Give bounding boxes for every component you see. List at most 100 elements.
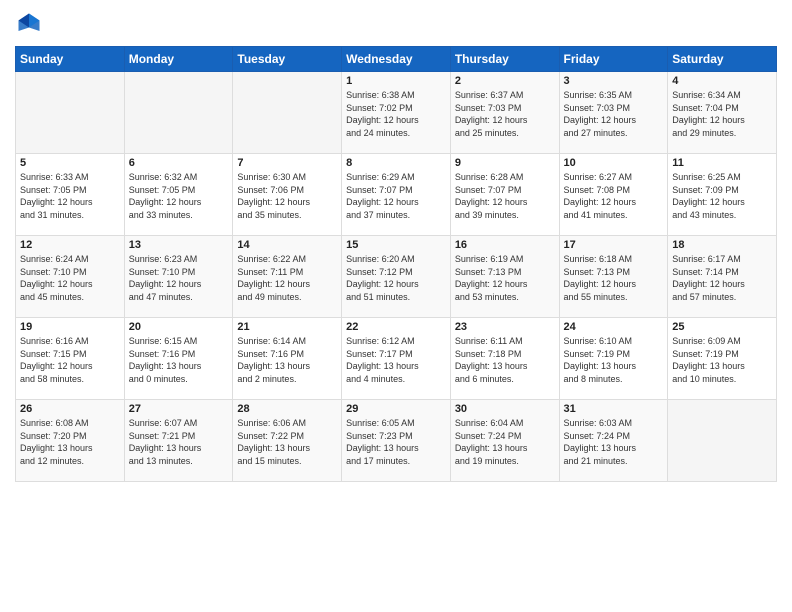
day-number: 31 xyxy=(564,403,664,415)
day-info: Sunrise: 6:07 AM Sunset: 7:21 PM Dayligh… xyxy=(129,417,229,467)
day-number: 15 xyxy=(346,239,446,251)
day-info: Sunrise: 6:11 AM Sunset: 7:18 PM Dayligh… xyxy=(455,335,555,385)
calendar-week-row: 5 Sunrise: 6:33 AM Sunset: 7:05 PM Daylig… xyxy=(16,154,777,236)
calendar-header-row: SundayMondayTuesdayWednesdayThursdayFrid… xyxy=(16,47,777,72)
day-info: Sunrise: 6:08 AM Sunset: 7:20 PM Dayligh… xyxy=(20,417,120,467)
day-number: 25 xyxy=(672,321,772,333)
day-number: 12 xyxy=(20,239,120,251)
day-number: 5 xyxy=(20,157,120,169)
day-number: 10 xyxy=(564,157,664,169)
day-info: Sunrise: 6:17 AM Sunset: 7:14 PM Dayligh… xyxy=(672,253,772,303)
day-number: 11 xyxy=(672,157,772,169)
day-number: 19 xyxy=(20,321,120,333)
calendar-day-header: Saturday xyxy=(668,47,777,72)
day-number: 7 xyxy=(237,157,337,169)
day-number: 30 xyxy=(455,403,555,415)
day-info: Sunrise: 6:25 AM Sunset: 7:09 PM Dayligh… xyxy=(672,171,772,221)
calendar-cell: 4 Sunrise: 6:34 AM Sunset: 7:04 PM Daylig… xyxy=(668,72,777,154)
calendar-cell: 25 Sunrise: 6:09 AM Sunset: 7:19 PM Dayli… xyxy=(668,318,777,400)
day-info: Sunrise: 6:16 AM Sunset: 7:15 PM Dayligh… xyxy=(20,335,120,385)
calendar-cell: 26 Sunrise: 6:08 AM Sunset: 7:20 PM Dayli… xyxy=(16,400,125,482)
day-number: 23 xyxy=(455,321,555,333)
calendar-cell: 17 Sunrise: 6:18 AM Sunset: 7:13 PM Dayli… xyxy=(559,236,668,318)
calendar-cell: 29 Sunrise: 6:05 AM Sunset: 7:23 PM Dayli… xyxy=(342,400,451,482)
day-info: Sunrise: 6:33 AM Sunset: 7:05 PM Dayligh… xyxy=(20,171,120,221)
day-number: 6 xyxy=(129,157,229,169)
calendar-day-header: Friday xyxy=(559,47,668,72)
day-number: 4 xyxy=(672,75,772,87)
calendar-day-header: Wednesday xyxy=(342,47,451,72)
calendar-week-row: 19 Sunrise: 6:16 AM Sunset: 7:15 PM Dayli… xyxy=(16,318,777,400)
day-number: 28 xyxy=(237,403,337,415)
calendar-week-row: 26 Sunrise: 6:08 AM Sunset: 7:20 PM Dayli… xyxy=(16,400,777,482)
day-info: Sunrise: 6:32 AM Sunset: 7:05 PM Dayligh… xyxy=(129,171,229,221)
day-number: 1 xyxy=(346,75,446,87)
calendar-cell: 10 Sunrise: 6:27 AM Sunset: 7:08 PM Dayli… xyxy=(559,154,668,236)
page: SundayMondayTuesdayWednesdayThursdayFrid… xyxy=(0,0,792,612)
calendar-cell: 15 Sunrise: 6:20 AM Sunset: 7:12 PM Dayli… xyxy=(342,236,451,318)
day-info: Sunrise: 6:20 AM Sunset: 7:12 PM Dayligh… xyxy=(346,253,446,303)
calendar: SundayMondayTuesdayWednesdayThursdayFrid… xyxy=(15,46,777,482)
day-number: 21 xyxy=(237,321,337,333)
calendar-cell xyxy=(668,400,777,482)
calendar-cell xyxy=(16,72,125,154)
calendar-cell: 20Sunrise: 6:15 AM Sunset: 7:16 PM Dayli… xyxy=(124,318,233,400)
day-info: Sunrise: 6:12 AM Sunset: 7:17 PM Dayligh… xyxy=(346,335,446,385)
day-info: Sunrise: 6:03 AM Sunset: 7:24 PM Dayligh… xyxy=(564,417,664,467)
calendar-cell: 23 Sunrise: 6:11 AM Sunset: 7:18 PM Dayli… xyxy=(450,318,559,400)
day-number: 27 xyxy=(129,403,229,415)
calendar-week-row: 12 Sunrise: 6:24 AM Sunset: 7:10 PM Dayli… xyxy=(16,236,777,318)
day-number: 29 xyxy=(346,403,446,415)
calendar-cell: 8 Sunrise: 6:29 AM Sunset: 7:07 PM Daylig… xyxy=(342,154,451,236)
calendar-day-header: Tuesday xyxy=(233,47,342,72)
day-info: Sunrise: 6:22 AM Sunset: 7:11 PM Dayligh… xyxy=(237,253,337,303)
calendar-cell: 6 Sunrise: 6:32 AM Sunset: 7:05 PM Daylig… xyxy=(124,154,233,236)
calendar-day-header: Monday xyxy=(124,47,233,72)
calendar-day-header: Sunday xyxy=(16,47,125,72)
day-number: 16 xyxy=(455,239,555,251)
day-number: 14 xyxy=(237,239,337,251)
day-info: Sunrise: 6:19 AM Sunset: 7:13 PM Dayligh… xyxy=(455,253,555,303)
calendar-cell: 7 Sunrise: 6:30 AM Sunset: 7:06 PM Daylig… xyxy=(233,154,342,236)
calendar-cell: 11 Sunrise: 6:25 AM Sunset: 7:09 PM Dayli… xyxy=(668,154,777,236)
day-number: 26 xyxy=(20,403,120,415)
day-number: 24 xyxy=(564,321,664,333)
day-info: Sunrise: 6:27 AM Sunset: 7:08 PM Dayligh… xyxy=(564,171,664,221)
day-number: 17 xyxy=(564,239,664,251)
calendar-cell: 1 Sunrise: 6:38 AM Sunset: 7:02 PM Daylig… xyxy=(342,72,451,154)
day-info: Sunrise: 6:37 AM Sunset: 7:03 PM Dayligh… xyxy=(455,89,555,139)
day-info: Sunrise: 6:38 AM Sunset: 7:02 PM Dayligh… xyxy=(346,89,446,139)
day-info: Sunrise: 6:29 AM Sunset: 7:07 PM Dayligh… xyxy=(346,171,446,221)
day-info: Sunrise: 6:10 AM Sunset: 7:19 PM Dayligh… xyxy=(564,335,664,385)
day-info: Sunrise: 6:06 AM Sunset: 7:22 PM Dayligh… xyxy=(237,417,337,467)
day-info: Sunrise: 6:30 AM Sunset: 7:06 PM Dayligh… xyxy=(237,171,337,221)
day-info: Sunrise: 6:05 AM Sunset: 7:23 PM Dayligh… xyxy=(346,417,446,467)
day-info: Sunrise: 6:14 AM Sunset: 7:16 PM Dayligh… xyxy=(237,335,337,385)
calendar-cell: 12 Sunrise: 6:24 AM Sunset: 7:10 PM Dayli… xyxy=(16,236,125,318)
day-info: Sunrise: 6:23 AM Sunset: 7:10 PM Dayligh… xyxy=(129,253,229,303)
calendar-cell: 3Sunrise: 6:35 AM Sunset: 7:03 PM Daylig… xyxy=(559,72,668,154)
logo xyxy=(15,10,47,38)
calendar-cell: 18 Sunrise: 6:17 AM Sunset: 7:14 PM Dayli… xyxy=(668,236,777,318)
day-number: 20 xyxy=(129,321,229,333)
calendar-cell: 16 Sunrise: 6:19 AM Sunset: 7:13 PM Dayli… xyxy=(450,236,559,318)
day-number: 8 xyxy=(346,157,446,169)
calendar-cell xyxy=(124,72,233,154)
day-info: Sunrise: 6:09 AM Sunset: 7:19 PM Dayligh… xyxy=(672,335,772,385)
day-info: Sunrise: 6:24 AM Sunset: 7:10 PM Dayligh… xyxy=(20,253,120,303)
calendar-cell: 5 Sunrise: 6:33 AM Sunset: 7:05 PM Daylig… xyxy=(16,154,125,236)
calendar-cell: 28 Sunrise: 6:06 AM Sunset: 7:22 PM Dayli… xyxy=(233,400,342,482)
day-number: 2 xyxy=(455,75,555,87)
calendar-cell: 2 Sunrise: 6:37 AM Sunset: 7:03 PM Daylig… xyxy=(450,72,559,154)
day-info: Sunrise: 6:04 AM Sunset: 7:24 PM Dayligh… xyxy=(455,417,555,467)
calendar-cell: 13 Sunrise: 6:23 AM Sunset: 7:10 PM Dayli… xyxy=(124,236,233,318)
day-number: 3 xyxy=(564,75,664,87)
calendar-cell xyxy=(233,72,342,154)
day-info: Sunrise: 6:28 AM Sunset: 7:07 PM Dayligh… xyxy=(455,171,555,221)
calendar-cell: 9Sunrise: 6:28 AM Sunset: 7:07 PM Daylig… xyxy=(450,154,559,236)
day-number: 18 xyxy=(672,239,772,251)
day-number: 13 xyxy=(129,239,229,251)
day-info: Sunrise: 6:34 AM Sunset: 7:04 PM Dayligh… xyxy=(672,89,772,139)
calendar-cell: 24 Sunrise: 6:10 AM Sunset: 7:19 PM Dayli… xyxy=(559,318,668,400)
day-info: Sunrise: 6:18 AM Sunset: 7:13 PM Dayligh… xyxy=(564,253,664,303)
